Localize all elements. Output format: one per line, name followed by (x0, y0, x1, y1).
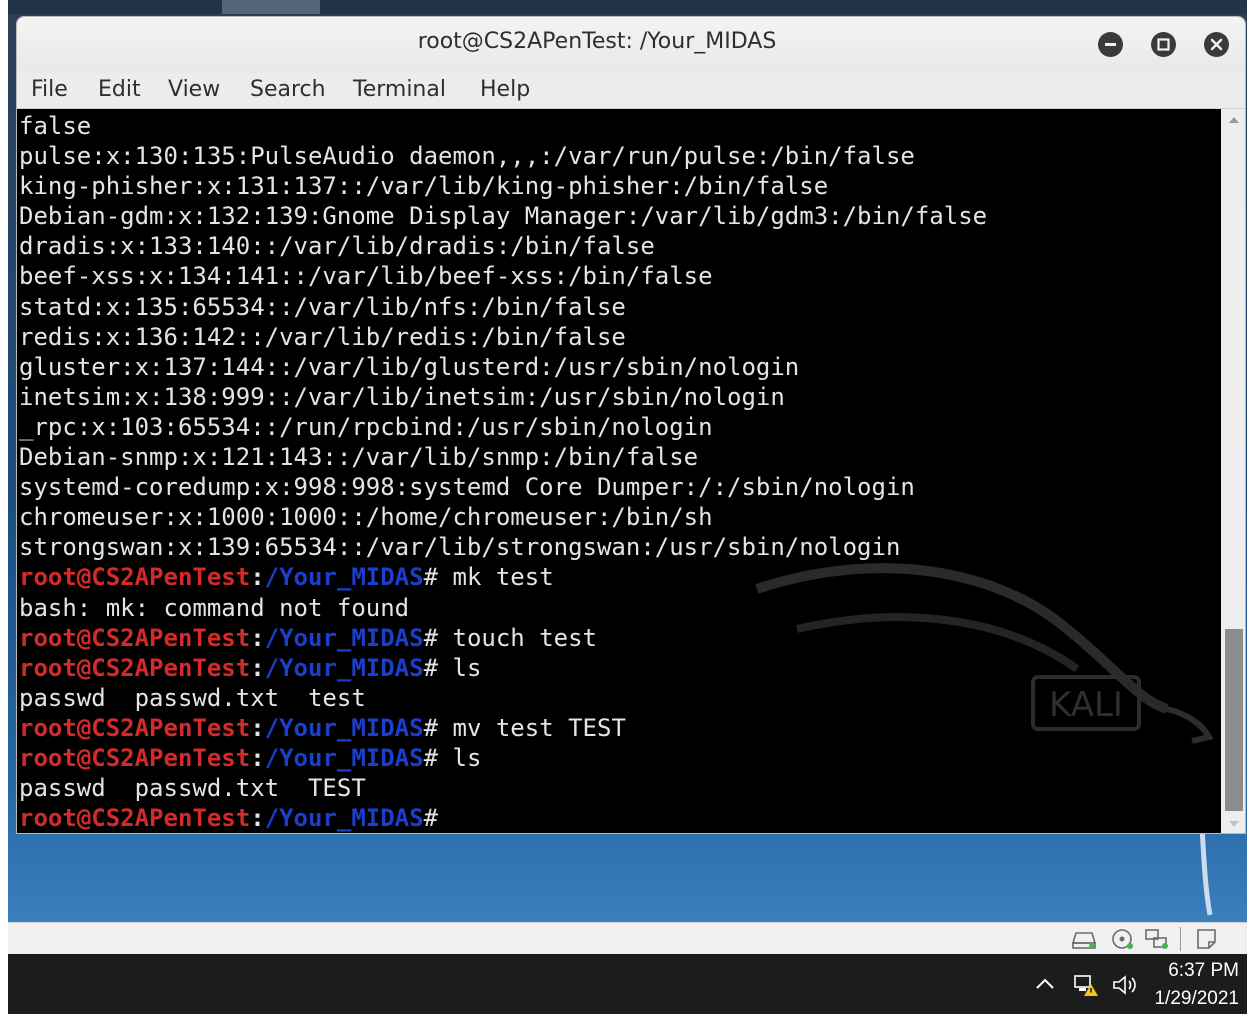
menu-edit[interactable]: Edit (98, 77, 141, 102)
terminal-output-line: pulse:x:130:135:PulseAudio daemon,,,:/va… (19, 142, 915, 171)
prompt-colon: : (250, 743, 265, 772)
prompt-user-host: root@CS2APenTest (19, 743, 251, 772)
terminal-prompt-line: root@CS2APenTest:/Your_MIDAS# mk test (19, 562, 987, 592)
minimize-button[interactable] (1098, 32, 1123, 57)
menu-view[interactable]: View (168, 77, 220, 102)
terminal-window: root@CS2APenTest: /Your_MIDAS File Edit … (16, 16, 1246, 834)
optical-drive-icon[interactable] (1110, 927, 1136, 951)
terminal-command: ls (438, 743, 482, 772)
scroll-up-arrow-icon[interactable] (1221, 109, 1246, 131)
terminal-prompt-line: root@CS2APenTest:/Your_MIDAS# ls (19, 743, 987, 773)
prompt-user-host: root@CS2APenTest (19, 623, 251, 652)
network-adapter-icon[interactable] (1144, 927, 1170, 951)
terminal-prompt-line: root@CS2APenTest:/Your_MIDAS# ls (19, 653, 987, 683)
network-warning-icon[interactable] (1072, 974, 1100, 998)
terminal-output-line: king-phisher:x:131:137::/var/lib/king-ph… (19, 172, 829, 201)
terminal-command: mv test TEST (438, 713, 626, 742)
prompt-symbol: # (423, 804, 439, 833)
prompt-colon: : (250, 804, 265, 833)
terminal-output-line: passwd passwd.txt test (19, 683, 366, 712)
maximize-button[interactable] (1151, 32, 1176, 57)
chevron-up-icon[interactable] (1034, 974, 1056, 994)
kali-watermark-text: KALI (1049, 685, 1123, 725)
terminal-output-line: chromeuser:x:1000:1000::/home/chromeuser… (19, 503, 713, 532)
prompt-symbol: # (423, 623, 439, 652)
hard-disk-icon[interactable] (1072, 927, 1098, 951)
prompt-colon: : (250, 563, 265, 592)
terminal-output-line: strongswan:x:139:65534::/var/lib/strongs… (19, 533, 901, 562)
terminal-output-line: passwd passwd.txt TEST (19, 774, 366, 803)
terminal-command: ls (438, 653, 482, 682)
menu-search[interactable]: Search (250, 77, 326, 102)
close-button[interactable] (1204, 32, 1229, 57)
terminal-output-line: bash: mk: command not found (19, 593, 410, 622)
terminal-output-line: systemd-coredump:x:998:998:systemd Core … (19, 473, 915, 502)
menu-bar: File Edit View Search Terminal Help (17, 73, 1245, 109)
prompt-user-host: root@CS2APenTest (19, 713, 251, 742)
prompt-path: /Your_MIDAS (264, 804, 424, 833)
title-bar[interactable]: root@CS2APenTest: /Your_MIDAS (17, 17, 1245, 73)
window-title: root@CS2APenTest: /Your_MIDAS (417, 29, 777, 54)
notes-icon[interactable] (1194, 927, 1220, 951)
terminal-output-line: _rpc:x:103:65534::/run/rpcbind:/usr/sbin… (19, 412, 713, 441)
screen: root@CS2APenTest: /Your_MIDAS File Edit … (0, 0, 1247, 1014)
desktop-top-strip (8, 0, 1247, 14)
prompt-path: /Your_MIDAS (264, 623, 424, 652)
prompt-colon: : (250, 653, 265, 682)
prompt-user-host: root@CS2APenTest (19, 563, 251, 592)
terminal-prompt-line: root@CS2APenTest:/Your_MIDAS# mv test TE… (19, 713, 987, 743)
terminal-output-line: Debian-snmp:x:121:143::/var/lib/snmp:/bi… (19, 443, 699, 472)
maximize-icon (1157, 38, 1170, 51)
prompt-path: /Your_MIDAS (264, 743, 424, 772)
prompt-path: /Your_MIDAS (264, 713, 424, 742)
prompt-symbol: # (423, 713, 439, 742)
menu-help[interactable]: Help (480, 77, 530, 102)
terminal-output[interactable]: KALI false pulse:x:130:135:PulseAudio dae… (17, 109, 1221, 833)
terminal-output-line: false (19, 112, 92, 140)
terminal-prompt-line: root@CS2APenTest:/Your_MIDAS# touch test (19, 623, 987, 653)
terminal-command: mk test (438, 563, 554, 592)
close-icon (1210, 38, 1223, 51)
terminal-lines: false pulse:x:130:135:PulseAudio daemon,,… (19, 111, 987, 833)
terminal-prompt-line: root@CS2APenTest:/Your_MIDAS# (19, 803, 987, 833)
terminal-scrollbar[interactable] (1221, 109, 1246, 834)
terminal-command: touch test (438, 623, 597, 652)
vm-status-bar (8, 922, 1247, 954)
host-taskbar: 6:37 PM 1/29/2021 (8, 954, 1247, 1014)
prompt-path: /Your_MIDAS (264, 653, 424, 682)
status-divider (1180, 927, 1181, 951)
terminal-output-line: gluster:x:137:144::/var/lib/glusterd:/us… (19, 352, 800, 381)
minimize-icon (1105, 43, 1116, 46)
scroll-down-arrow-icon[interactable] (1221, 813, 1246, 834)
menu-terminal[interactable]: Terminal (353, 77, 446, 102)
scroll-thumb[interactable] (1225, 629, 1243, 811)
prompt-symbol: # (423, 653, 439, 682)
clock-time[interactable]: 6:37 PM (1119, 960, 1239, 982)
prompt-symbol: # (423, 743, 439, 772)
terminal-output-line: beef-xss:x:134:141::/var/lib/beef-xss:/b… (19, 262, 713, 291)
terminal-output-line: inetsim:x:138:999::/var/lib/inetsim:/usr… (19, 382, 785, 411)
prompt-colon: : (250, 713, 265, 742)
prompt-symbol: # (423, 563, 439, 592)
desktop-tab-hint (222, 0, 320, 14)
terminal-output-line: statd:x:135:65534::/var/lib/nfs:/bin/fal… (19, 292, 626, 321)
menu-file[interactable]: File (31, 77, 68, 102)
terminal-output-line: Debian-gdm:x:132:139:Gnome Display Manag… (19, 202, 988, 231)
terminal-output-line: dradis:x:133:140::/var/lib/dradis:/bin/f… (19, 232, 655, 261)
prompt-colon: : (250, 623, 265, 652)
prompt-user-host: root@CS2APenTest (19, 804, 251, 833)
terminal-output-line: redis:x:136:142::/var/lib/redis:/bin/fal… (19, 322, 626, 351)
clock-date[interactable]: 1/29/2021 (1119, 988, 1239, 1010)
prompt-path: /Your_MIDAS (264, 563, 424, 592)
prompt-user-host: root@CS2APenTest (19, 653, 251, 682)
